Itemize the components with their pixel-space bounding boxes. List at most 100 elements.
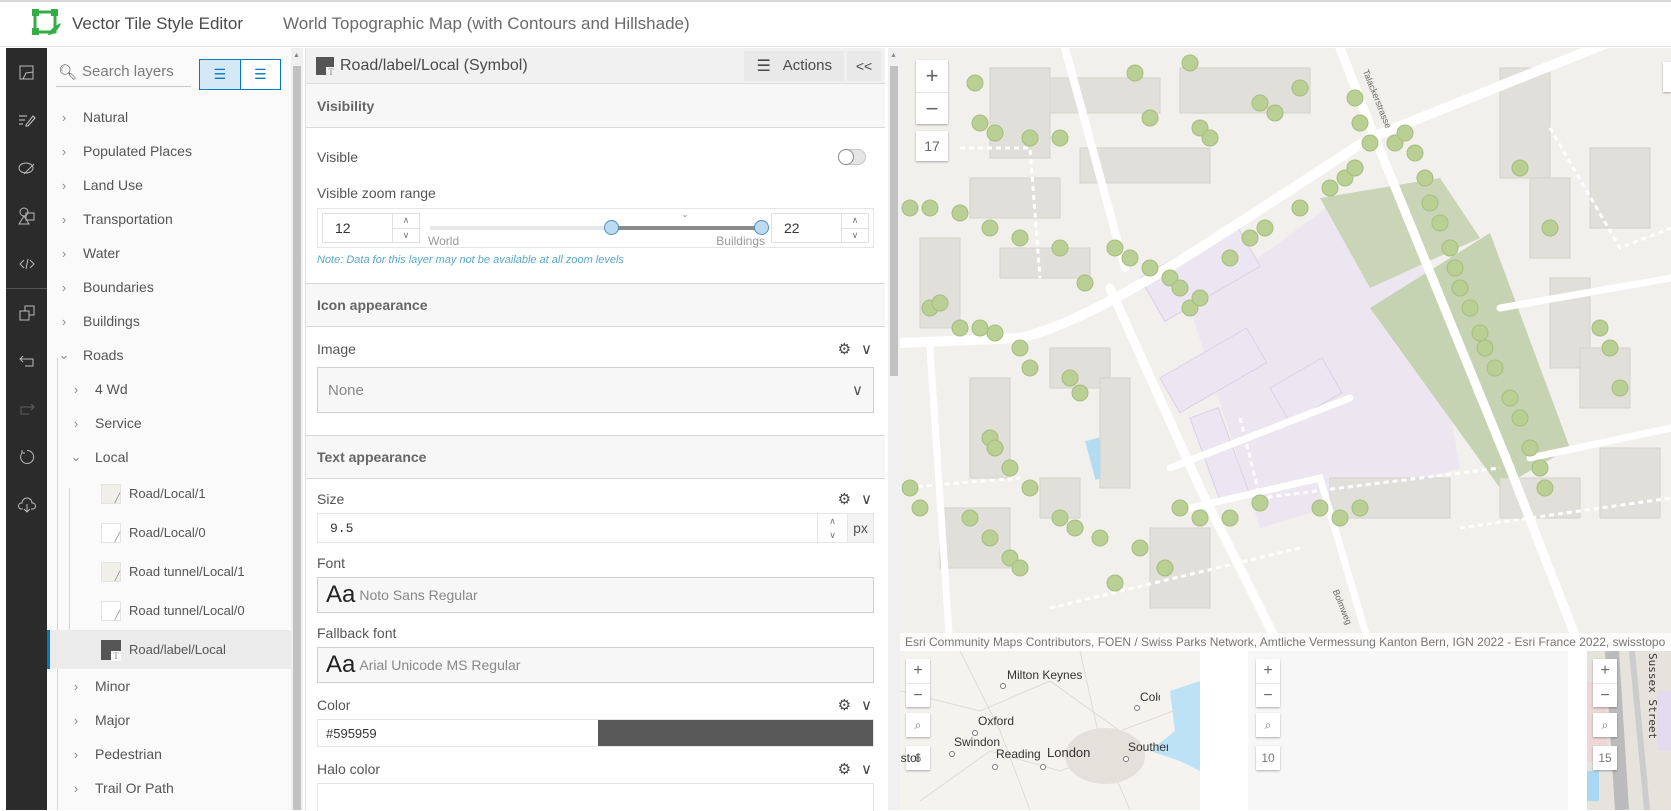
layer-item[interactable]: ╱ Road tunnel/Local/0	[47, 591, 291, 630]
max-zoom-input[interactable]: 22 ∧ ∨	[771, 213, 869, 243]
tree	[1011, 229, 1029, 247]
tree	[1431, 214, 1449, 232]
zoom-in-button[interactable]: +	[1256, 659, 1280, 683]
top-bar: Vector Tile Style Editor World Topograph…	[0, 0, 1671, 47]
section-icon-appearance[interactable]: Icon appearance	[306, 283, 885, 327]
save-icon[interactable]	[6, 481, 47, 529]
chevron-right-icon: ›	[61, 211, 67, 227]
decrement-icon[interactable]: ∨	[393, 227, 419, 243]
base-map-icon[interactable]	[6, 48, 47, 96]
map-widget-edge[interactable]	[1663, 62, 1671, 92]
layer-group-service[interactable]: › Service	[47, 406, 291, 440]
scroll-up-icon[interactable]: ▲	[890, 52, 897, 59]
scroll-up-icon[interactable]: ▲	[293, 52, 300, 59]
halo-color-input[interactable]	[317, 783, 874, 811]
redo-icon[interactable]	[6, 385, 47, 433]
chevron-down-icon[interactable]: ∨	[861, 760, 872, 778]
section-visibility[interactable]: Visibility	[306, 84, 885, 128]
layer-group-land-use[interactable]: › Land Use	[47, 168, 291, 202]
gear-icon[interactable]: ⚙	[838, 760, 851, 778]
increment-icon[interactable]: ∧	[818, 514, 847, 528]
search-layers-input[interactable]: 🔍︎ Search layers	[56, 57, 191, 87]
zoom-out-button[interactable]: −	[1256, 683, 1280, 707]
zoom-out-button[interactable]: −	[1593, 683, 1617, 707]
app-logo-icon	[32, 9, 62, 39]
city-marker	[992, 764, 998, 770]
actions-button[interactable]: ☰ Actions	[744, 50, 844, 81]
search-icon[interactable]: ⌕	[1256, 713, 1280, 737]
edit-icons-icon[interactable]	[6, 192, 47, 240]
decrement-icon[interactable]: ∨	[818, 528, 847, 542]
fallback-font-select[interactable]: Aa Arial Unicode MS Regular	[317, 647, 874, 683]
layer-group-minor[interactable]: › Minor	[47, 669, 291, 703]
layer-group-boundaries[interactable]: › Boundaries	[47, 270, 291, 304]
zoom-in-button[interactable]: +	[916, 60, 948, 92]
size-input[interactable]: 9.5 ∧ ∨ px	[317, 513, 874, 543]
gear-icon[interactable]: ⚙	[838, 340, 851, 358]
layer-item[interactable]: ╱ Road/Local/0	[47, 513, 291, 552]
tree	[1421, 194, 1439, 212]
preview-map-zoom-10[interactable]: + − ⌕ 10	[1248, 651, 1568, 810]
decrement-icon[interactable]: ∨	[842, 227, 868, 243]
copy-icon[interactable]	[6, 289, 47, 337]
gear-icon[interactable]: ⚙	[838, 490, 851, 508]
chevron-down-icon[interactable]: ∨	[861, 340, 872, 358]
collapse-panel-button[interactable]: <<	[847, 50, 881, 81]
tree	[1091, 529, 1109, 547]
layer-group-roads[interactable]: ⌄ Roads	[47, 338, 291, 372]
map-title[interactable]: World Topographic Map (with Contours and…	[283, 14, 690, 34]
chevron-down-icon[interactable]: ∨	[861, 696, 872, 714]
zoom-out-button[interactable]: −	[906, 683, 930, 707]
layer-item[interactable]: ╱ Road tunnel/Local/1	[47, 552, 291, 591]
search-icon[interactable]: ⌕	[1593, 713, 1617, 737]
color-input[interactable]: #595959	[317, 719, 874, 747]
reset-icon[interactable]	[6, 433, 47, 481]
group-view-button[interactable]: ☰	[200, 60, 240, 89]
min-zoom-handle[interactable]	[603, 220, 619, 235]
layer-group-major[interactable]: › Major	[47, 703, 291, 737]
tree	[1351, 114, 1369, 132]
scrollbar-thumb[interactable]	[890, 66, 898, 376]
chevron-down-icon[interactable]: ∨	[861, 490, 872, 508]
layer-group-trail-or-path[interactable]: › Trail Or Path	[47, 771, 291, 805]
gear-icon[interactable]: ⚙	[838, 696, 851, 714]
edit-layers-icon[interactable]	[6, 96, 47, 144]
map-view[interactable]: Talackerstrasse Bolmweg + − 17	[900, 48, 1671, 648]
layer-group-populated-places[interactable]: › Populated Places	[47, 134, 291, 168]
image-select[interactable]: None ∨	[317, 367, 874, 413]
layer-group-pedestrian[interactable]: › Pedestrian	[47, 737, 291, 771]
undo-icon[interactable]	[6, 337, 47, 385]
tree	[1291, 79, 1309, 97]
section-text-appearance[interactable]: Text appearance	[306, 435, 885, 479]
preview-map-zoom-15[interactable]: Sussex Street + − ⌕ 15	[1587, 651, 1671, 810]
font-select[interactable]: Aa Noto Sans Regular	[317, 577, 874, 613]
list-view-button[interactable]: ☰	[239, 60, 280, 89]
increment-icon[interactable]: ∧	[393, 214, 419, 228]
layer-item-selected[interactable]: T Road/label/Local	[47, 630, 291, 669]
layer-group-local[interactable]: ⌄ Local	[47, 440, 291, 474]
zoom-range-slider[interactable]: ⌄ World Buildings	[426, 209, 769, 248]
layer-group-buildings[interactable]: › Buildings	[47, 304, 291, 338]
max-zoom-handle[interactable]	[754, 220, 769, 235]
min-zoom-input[interactable]: 12 ∧ ∨	[322, 213, 420, 243]
tree	[1266, 104, 1284, 122]
increment-icon[interactable]: ∧	[842, 214, 868, 228]
zoom-in-button[interactable]: +	[1593, 659, 1617, 683]
tree	[1106, 574, 1124, 592]
properties-scrollbar[interactable]: ▲	[888, 48, 900, 810]
edit-colors-icon[interactable]	[6, 144, 47, 192]
layer-group-natural[interactable]: › Natural	[47, 100, 291, 134]
layer-group-transportation[interactable]: › Transportation	[47, 202, 291, 236]
search-icon[interactable]: ⌕	[906, 713, 930, 737]
color-swatch[interactable]	[598, 720, 873, 746]
code-icon[interactable]	[6, 240, 47, 288]
zoom-out-button[interactable]: −	[916, 92, 948, 124]
layer-group-water[interactable]: › Water	[47, 236, 291, 270]
layers-scrollbar[interactable]: ▲	[291, 48, 303, 810]
layer-item[interactable]: ╱ Road/Local/1	[47, 474, 291, 513]
visible-toggle[interactable]	[838, 149, 866, 165]
street-label: Sussex Street	[1646, 653, 1659, 740]
scrollbar-thumb[interactable]	[293, 66, 301, 810]
layer-group-4wd[interactable]: › 4 Wd	[47, 372, 291, 406]
zoom-in-button[interactable]: +	[906, 659, 930, 683]
